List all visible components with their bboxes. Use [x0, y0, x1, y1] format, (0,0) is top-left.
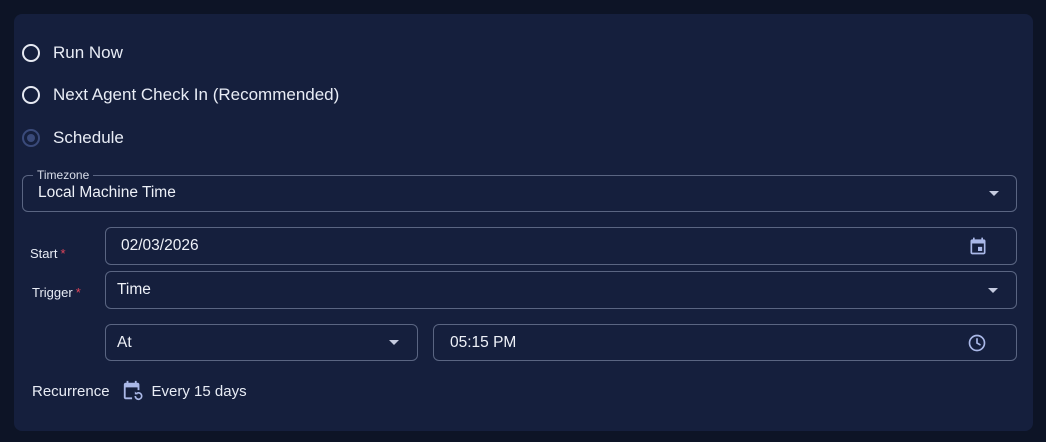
at-value: At — [117, 334, 132, 351]
clock-icon[interactable] — [967, 333, 987, 353]
start-date-field[interactable]: 02/03/2026 — [105, 227, 1017, 265]
run-now-radio[interactable] — [22, 44, 40, 62]
run-now-option[interactable]: Run Now — [22, 40, 123, 66]
recurrence-value: Every 15 days — [151, 382, 247, 400]
chevron-down-icon — [988, 288, 998, 293]
recurrence-row: Recurrence Every 15 days — [32, 379, 247, 403]
schedule-label: Schedule — [53, 128, 124, 147]
chevron-down-icon — [989, 191, 999, 196]
schedule-radio[interactable] — [22, 129, 40, 147]
timezone-select[interactable]: Timezone Local Machine Time — [22, 168, 1017, 212]
at-select[interactable]: At — [105, 324, 418, 361]
next-agent-check-in-radio[interactable] — [22, 86, 40, 104]
trigger-select[interactable]: Time — [105, 271, 1017, 309]
trigger-label: Trigger * — [32, 285, 81, 300]
chevron-down-icon — [389, 340, 399, 345]
trigger-value: Time — [117, 281, 151, 298]
schedule-option[interactable]: Schedule — [22, 125, 124, 151]
schedule-panel — [14, 14, 1033, 431]
start-label: Start * — [30, 246, 66, 261]
calendar-icon[interactable] — [968, 236, 988, 256]
calendar-repeat-icon[interactable] — [122, 380, 144, 402]
time-value: 05:15 PM — [450, 334, 517, 351]
start-date-value: 02/03/2026 — [121, 237, 199, 254]
recurrence-label: Recurrence — [32, 382, 110, 400]
timezone-legend: Timezone — [33, 168, 94, 182]
next-agent-check-in-option[interactable]: Next Agent Check In (Recommended) — [22, 82, 339, 108]
timezone-value: Local Machine Time — [38, 184, 176, 201]
run-now-label: Run Now — [53, 43, 123, 62]
time-field[interactable]: 05:15 PM — [433, 324, 1017, 361]
next-agent-check-in-label: Next Agent Check In (Recommended) — [53, 85, 340, 104]
